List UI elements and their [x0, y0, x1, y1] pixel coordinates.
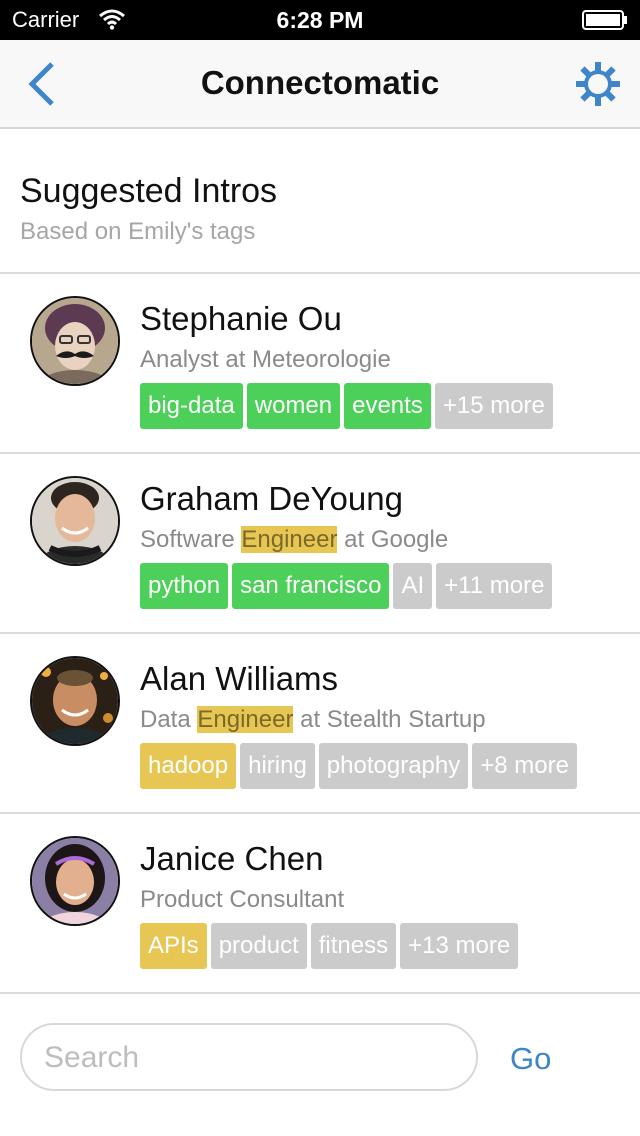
tag[interactable]: hadoop [140, 743, 237, 789]
contact-name: Graham DeYoung [140, 480, 403, 517]
contact-name: Stephanie Ou [140, 300, 342, 337]
tag-list: hadoop hiring photography +8 more [140, 743, 577, 789]
avatar [30, 476, 120, 566]
contact-title: Analyst at Meteorologie [140, 346, 391, 374]
title-text: Analyst at Meteorologie [140, 346, 391, 373]
search-field-container [20, 1023, 478, 1091]
tag-list: big-data women events +15 more [140, 383, 553, 429]
section-subtitle: Based on Emily's tags [20, 218, 256, 245]
tag[interactable]: hiring [240, 743, 315, 789]
tag[interactable]: fitness [310, 923, 397, 969]
tag[interactable]: APIs [140, 923, 207, 969]
title-text: at Google [337, 526, 449, 553]
contact-row[interactable]: Alan Williams Data Engineer at Stealth S… [0, 634, 640, 814]
contact-name: Alan Williams [140, 660, 339, 697]
title-text: at Stealth Startup [293, 706, 486, 733]
title-text: Software [140, 526, 242, 553]
tag[interactable]: photography [318, 743, 469, 789]
tag[interactable]: AI [393, 563, 433, 609]
gear-icon[interactable] [574, 60, 622, 108]
search-input[interactable] [42, 1037, 456, 1079]
more-tags-badge[interactable]: +15 more [434, 383, 553, 429]
tag[interactable]: python [140, 563, 229, 609]
go-button[interactable]: Go [510, 1037, 580, 1081]
tag-list: python san francisco AI +11 more [140, 563, 553, 609]
more-tags-badge[interactable]: +13 more [400, 923, 519, 969]
avatar [30, 296, 120, 386]
contact-title: Product Consultant [140, 886, 344, 914]
contact-row[interactable]: Stephanie Ou Analyst at Meteorologie big… [0, 274, 640, 454]
tag[interactable]: product [210, 923, 307, 969]
battery-icon [582, 10, 627, 30]
contact-name: Janice Chen [140, 840, 324, 877]
tag-list: APIs product fitness +13 more [140, 923, 519, 969]
page-title: Connectomatic [200, 64, 440, 101]
avatar [30, 656, 120, 746]
contact-title: Software Engineer at Google [140, 526, 448, 554]
tag[interactable]: big-data [140, 383, 243, 429]
section-title: Suggested Intros [20, 172, 278, 210]
title-text: Product Consultant [140, 886, 345, 913]
status-bar: Carrier 6:28 PM [0, 0, 640, 40]
navigation-bar: Connectomatic [0, 40, 640, 129]
tag[interactable]: women [246, 383, 341, 429]
contact-row[interactable]: Graham DeYoung Software Engineer at Goog… [0, 454, 640, 634]
more-tags-badge[interactable]: +8 more [472, 743, 577, 789]
highlighted-keyword: Engineer [197, 706, 294, 733]
highlighted-keyword: Engineer [241, 526, 338, 553]
tag[interactable]: san francisco [232, 563, 390, 609]
avatar [30, 836, 120, 926]
more-tags-badge[interactable]: +11 more [436, 563, 553, 609]
tag[interactable]: events [344, 383, 431, 429]
clock: 6:28 PM [276, 7, 364, 33]
contact-title: Data Engineer at Stealth Startup [140, 706, 486, 734]
title-text: Data [140, 706, 198, 733]
suggested-intros-header: Suggested Intros Based on Emily's tags [0, 129, 640, 274]
contact-row[interactable]: Janice Chen Product Consultant APIs prod… [0, 814, 640, 994]
